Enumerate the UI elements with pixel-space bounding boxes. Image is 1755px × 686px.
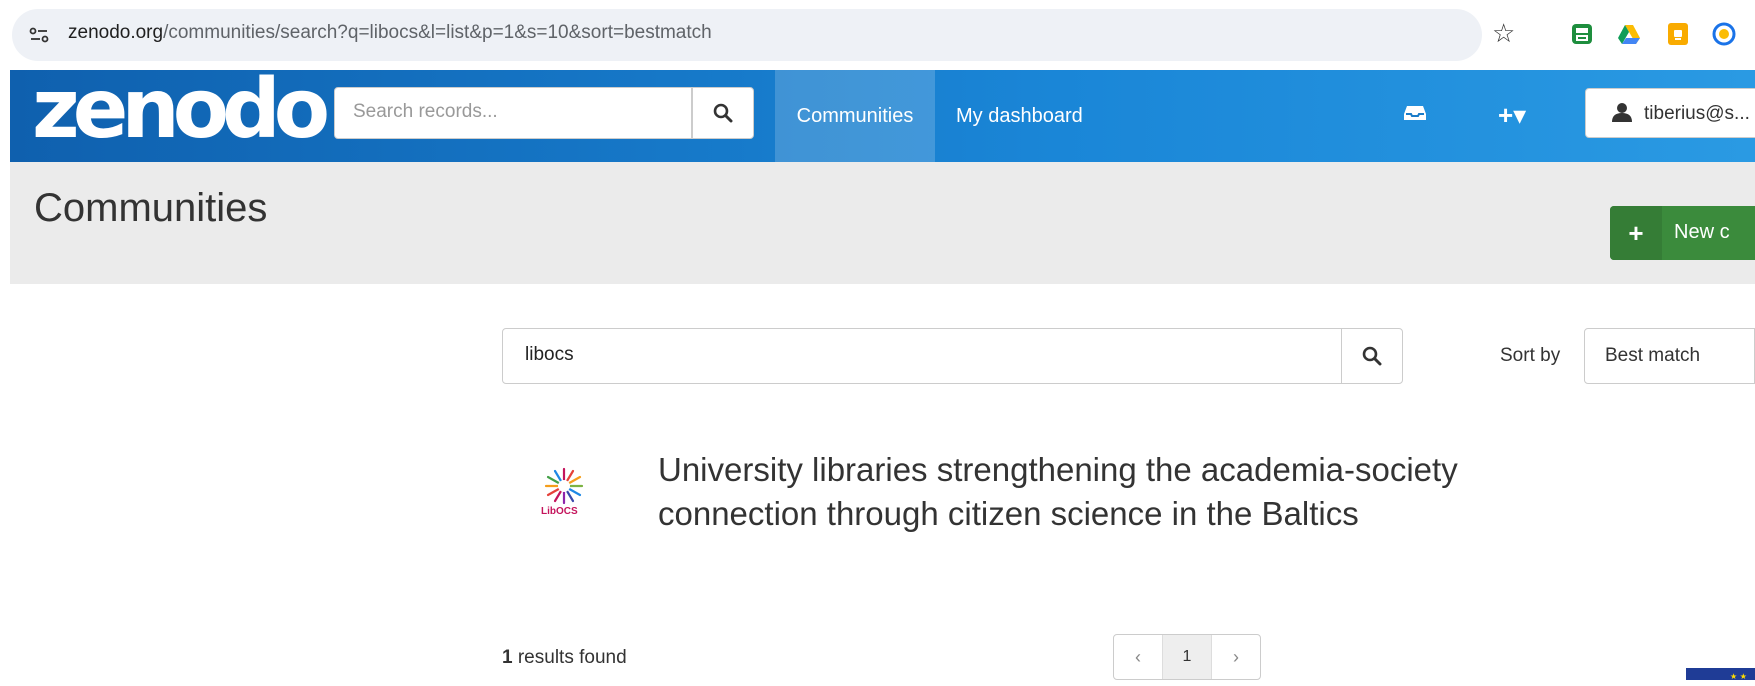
search-icon	[713, 103, 733, 123]
nav-communities-link[interactable]: Communities	[775, 70, 935, 162]
community-title-link[interactable]: University libraries strengthening the a…	[658, 448, 1558, 536]
sort-by-label: Sort by	[1500, 345, 1561, 366]
pagination-prev[interactable]: ‹	[1114, 635, 1162, 679]
community-logo[interactable]: LibOCS	[540, 466, 590, 526]
navbar-search	[334, 87, 692, 139]
new-community-label: New c	[1674, 221, 1730, 243]
nav-dashboard-link[interactable]: My dashboard	[956, 70, 1083, 162]
address-bar[interactable]: zenodo.org/communities/search?q=libocs&l…	[12, 9, 1482, 61]
url-host: zenodo.org	[68, 22, 164, 43]
user-email: tiberius@s...	[1644, 103, 1750, 124]
community-search	[502, 328, 1342, 384]
user-menu-button[interactable]: tiberius@s...	[1585, 88, 1755, 138]
url-path: /communities/search?q=libocs&l=list&p=1&…	[163, 22, 712, 43]
browser-toolbar: zenodo.org/communities/search?q=libocs&l…	[0, 0, 1755, 70]
community-logo-text: LibOCS	[541, 506, 578, 517]
pagination-page[interactable]: 1	[1162, 635, 1212, 679]
search-icon	[1362, 346, 1382, 366]
create-menu-button[interactable]: +▾	[1498, 100, 1526, 130]
zenodo-logo[interactable]: zenodo	[32, 64, 330, 156]
navbar-search-button[interactable]	[692, 87, 754, 139]
community-search-button[interactable]	[1341, 328, 1403, 384]
site-info-icon[interactable]	[28, 24, 50, 46]
results-count-label: results found	[512, 647, 627, 668]
bookmark-star-icon[interactable]: ☆	[1492, 18, 1515, 48]
new-community-button[interactable]: + New c	[1610, 206, 1755, 260]
pagination-next[interactable]: ›	[1212, 635, 1260, 679]
inbox-icon[interactable]	[1403, 104, 1427, 122]
google-drive-icon[interactable]	[1617, 22, 1641, 46]
printer-extension-icon[interactable]	[1570, 22, 1594, 46]
page-title: Communities	[34, 186, 268, 230]
top-navbar: zenodo Communities My dashboard +▾ tiber…	[10, 64, 1755, 162]
results-count-number: 1	[502, 647, 513, 668]
page-header: Communities + New c	[10, 162, 1755, 284]
results-count: 1 results found	[502, 647, 627, 669]
eu-stars-icon: ★ ★	[1730, 672, 1747, 681]
community-search-input[interactable]	[503, 329, 1327, 381]
sort-dropdown[interactable]: Best match	[1584, 328, 1755, 384]
keep-notes-icon[interactable]	[1666, 22, 1690, 46]
user-icon	[1612, 103, 1632, 122]
plus-icon: +	[1610, 206, 1662, 260]
search-records-input[interactable]	[335, 88, 671, 136]
url-text: zenodo.org/communities/search?q=libocs&l…	[68, 22, 712, 44]
pagination: ‹ 1 ›	[1113, 634, 1261, 680]
compass-extension-icon[interactable]	[1712, 22, 1736, 46]
eu-flag-logo: ★ ★	[1686, 668, 1755, 681]
libocs-burst-icon	[544, 467, 584, 505]
